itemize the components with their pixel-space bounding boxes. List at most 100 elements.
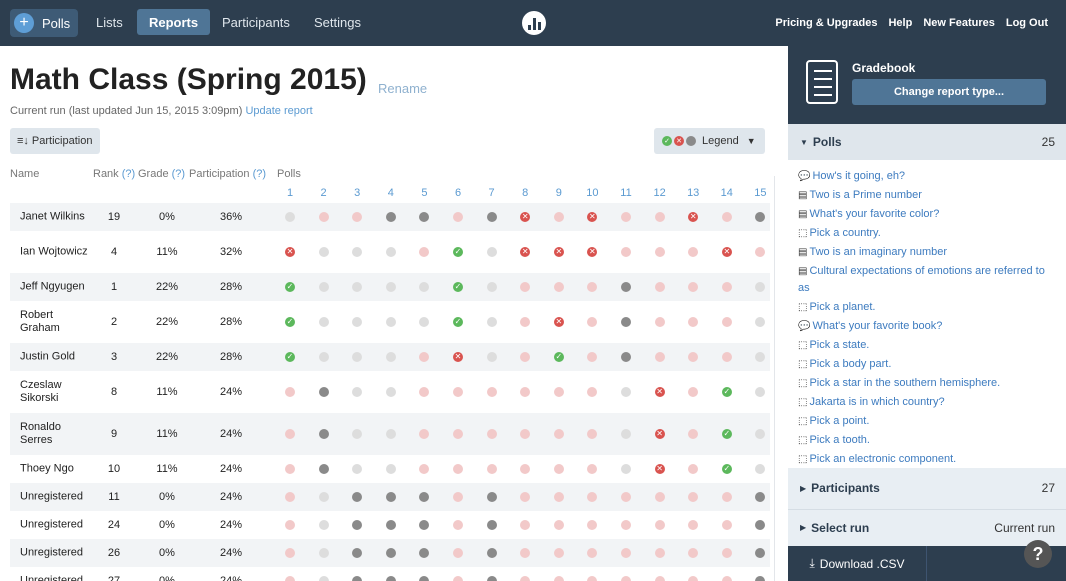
poll-no-response-icon[interactable] xyxy=(755,317,766,327)
poll-not-answered-icon[interactable] xyxy=(621,247,631,257)
poll-list-item[interactable]: ⬚ Pick a country. xyxy=(798,225,1054,242)
logo-icon[interactable] xyxy=(522,11,546,35)
poll-not-answered-icon[interactable] xyxy=(419,464,430,474)
poll-not-answered-icon[interactable] xyxy=(621,576,631,581)
poll-not-answered-icon[interactable] xyxy=(520,352,531,362)
poll-no-response-icon[interactable] xyxy=(385,247,396,257)
poll-not-answered-icon[interactable] xyxy=(453,464,463,474)
poll-list-item[interactable]: ▤ Cultural expectations of emotions are r… xyxy=(798,263,1054,297)
poll-not-answered-icon[interactable] xyxy=(654,317,665,327)
nav-polls-button[interactable]: + Polls xyxy=(10,9,78,37)
poll-not-answered-icon[interactable] xyxy=(553,520,564,530)
col-header-grade[interactable]: Grade (?) xyxy=(138,168,185,180)
poll-not-answered-icon[interactable] xyxy=(688,352,699,362)
poll-not-answered-icon[interactable] xyxy=(654,352,665,362)
poll-column-3[interactable]: 3 xyxy=(347,187,367,199)
poll-not-answered-icon[interactable] xyxy=(721,212,732,222)
poll-not-answered-icon[interactable] xyxy=(453,212,463,222)
poll-answered-icon[interactable] xyxy=(486,212,497,222)
poll-not-answered-icon[interactable] xyxy=(553,492,564,502)
poll-correct-icon[interactable]: ✓ xyxy=(721,387,732,397)
poll-incorrect-icon[interactable]: ✕ xyxy=(520,212,531,222)
poll-not-answered-icon[interactable] xyxy=(621,520,631,530)
poll-column-4[interactable]: 4 xyxy=(381,187,401,199)
poll-column-15[interactable]: 15 xyxy=(750,187,770,199)
poll-not-answered-icon[interactable] xyxy=(755,247,766,257)
poll-column-10[interactable]: 10 xyxy=(582,187,602,199)
poll-no-response-icon[interactable] xyxy=(755,352,766,362)
poll-not-answered-icon[interactable] xyxy=(419,387,430,397)
poll-not-answered-icon[interactable] xyxy=(654,212,665,222)
poll-not-answered-icon[interactable] xyxy=(587,317,598,327)
poll-no-response-icon[interactable] xyxy=(621,387,631,397)
poll-not-answered-icon[interactable] xyxy=(721,576,732,581)
new-features-link[interactable]: New Features xyxy=(923,17,995,29)
poll-answered-icon[interactable] xyxy=(318,387,329,397)
poll-not-answered-icon[interactable] xyxy=(587,548,598,558)
poll-not-answered-icon[interactable] xyxy=(587,464,598,474)
poll-not-answered-icon[interactable] xyxy=(285,548,295,558)
poll-not-answered-icon[interactable] xyxy=(486,464,497,474)
poll-not-answered-icon[interactable] xyxy=(520,317,531,327)
poll-answered-icon[interactable] xyxy=(385,520,396,530)
poll-not-answered-icon[interactable] xyxy=(587,352,598,362)
table-row[interactable]: Janet Wilkins 19 0% 36% ✕ ✕ ✕ xyxy=(10,203,770,231)
poll-no-response-icon[interactable] xyxy=(318,548,329,558)
legend-button[interactable]: ✓ ✕ Legend ▼ xyxy=(654,128,765,154)
poll-not-answered-icon[interactable] xyxy=(553,429,564,439)
poll-correct-icon[interactable]: ✓ xyxy=(285,352,295,362)
poll-no-response-icon[interactable] xyxy=(352,317,363,327)
poll-incorrect-icon[interactable]: ✕ xyxy=(453,352,463,362)
poll-list[interactable]: 💬 How's it going, eh? ▤ Two is a Prime numb… xyxy=(788,160,1066,468)
poll-not-answered-icon[interactable] xyxy=(453,387,463,397)
poll-not-answered-icon[interactable] xyxy=(453,576,463,581)
poll-not-answered-icon[interactable] xyxy=(688,317,699,327)
poll-not-answered-icon[interactable] xyxy=(318,212,329,222)
poll-list-item[interactable]: 💬 How's it going, eh? xyxy=(798,168,1054,185)
poll-correct-icon[interactable]: ✓ xyxy=(453,282,463,292)
poll-answered-icon[interactable] xyxy=(419,548,430,558)
poll-no-response-icon[interactable] xyxy=(755,282,766,292)
poll-list-item[interactable]: ⬚ Jakarta is in which country? xyxy=(798,394,1054,411)
update-report-link[interactable]: Update report xyxy=(245,105,312,117)
poll-no-response-icon[interactable] xyxy=(419,317,430,327)
poll-not-answered-icon[interactable] xyxy=(721,352,732,362)
poll-incorrect-icon[interactable]: ✕ xyxy=(553,317,564,327)
poll-not-answered-icon[interactable] xyxy=(486,387,497,397)
poll-answered-icon[interactable] xyxy=(755,492,766,502)
poll-no-response-icon[interactable] xyxy=(352,387,363,397)
poll-no-response-icon[interactable] xyxy=(285,212,295,222)
poll-no-response-icon[interactable] xyxy=(385,317,396,327)
poll-column-2[interactable]: 2 xyxy=(314,187,334,199)
poll-no-response-icon[interactable] xyxy=(486,282,497,292)
poll-column-13[interactable]: 13 xyxy=(683,187,703,199)
poll-column-7[interactable]: 7 xyxy=(482,187,502,199)
poll-not-answered-icon[interactable] xyxy=(688,282,699,292)
poll-answered-icon[interactable] xyxy=(352,492,363,502)
poll-no-response-icon[interactable] xyxy=(385,282,396,292)
poll-correct-icon[interactable]: ✓ xyxy=(453,317,463,327)
poll-column-9[interactable]: 9 xyxy=(549,187,569,199)
poll-answered-icon[interactable] xyxy=(419,576,430,581)
rank-help-link[interactable]: (?) xyxy=(122,168,135,180)
poll-column-11[interactable]: 11 xyxy=(616,187,636,199)
poll-no-response-icon[interactable] xyxy=(318,352,329,362)
poll-not-answered-icon[interactable] xyxy=(654,492,665,502)
poll-not-answered-icon[interactable] xyxy=(285,387,295,397)
poll-list-item[interactable]: ⬚ Pick a planet. xyxy=(798,299,1054,316)
poll-no-response-icon[interactable] xyxy=(352,352,363,362)
poll-not-answered-icon[interactable] xyxy=(688,548,699,558)
poll-no-response-icon[interactable] xyxy=(755,464,766,474)
poll-not-answered-icon[interactable] xyxy=(721,317,732,327)
poll-correct-icon[interactable]: ✓ xyxy=(721,429,732,439)
poll-not-answered-icon[interactable] xyxy=(721,548,732,558)
poll-incorrect-icon[interactable]: ✕ xyxy=(654,429,665,439)
poll-answered-icon[interactable] xyxy=(385,548,396,558)
poll-not-answered-icon[interactable] xyxy=(621,548,631,558)
poll-not-answered-icon[interactable] xyxy=(453,492,463,502)
poll-correct-icon[interactable]: ✓ xyxy=(453,247,463,257)
poll-incorrect-icon[interactable]: ✕ xyxy=(688,212,699,222)
poll-answered-icon[interactable] xyxy=(385,576,396,581)
poll-not-answered-icon[interactable] xyxy=(654,282,665,292)
poll-not-answered-icon[interactable] xyxy=(721,282,732,292)
